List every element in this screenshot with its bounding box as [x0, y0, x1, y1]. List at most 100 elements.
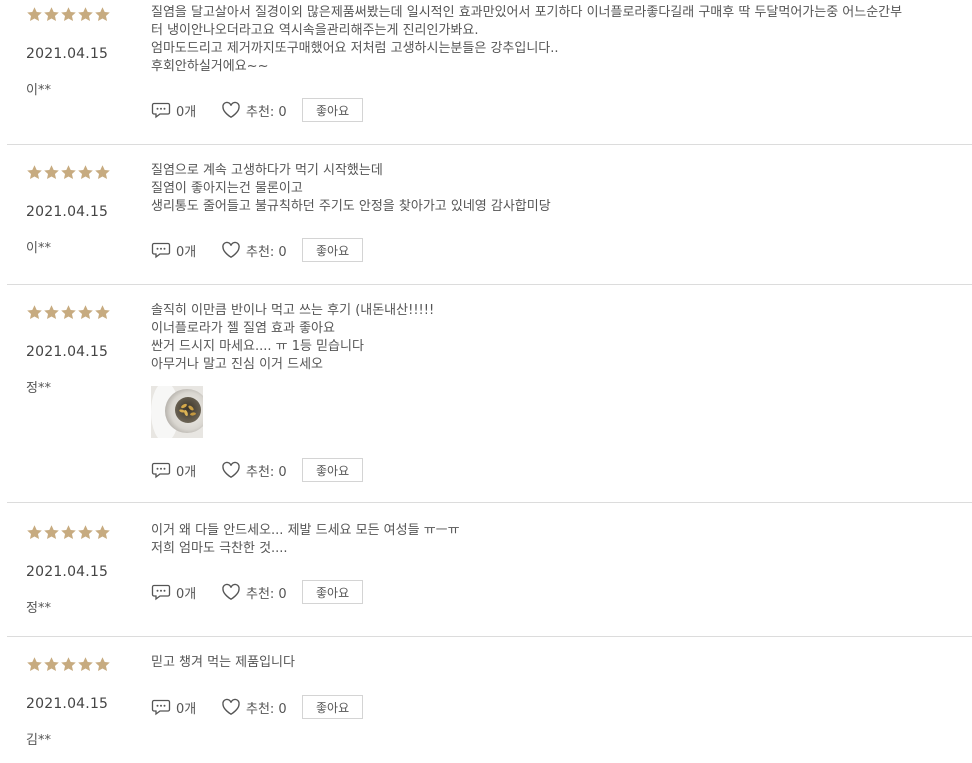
star-icon [43, 164, 60, 181]
star-icon [94, 6, 111, 23]
recommend-button[interactable]: 추천: 0 [221, 101, 302, 120]
star-icon [77, 164, 94, 181]
review-line: 엄마도드리고 제거까지또구매했어요 저처럼 고생하시는분들은 강추입니다.. [151, 41, 559, 56]
review-actions: 0개 추천: 0 좋아요 [151, 98, 364, 122]
recommend-button[interactable]: 추천: 0 [221, 241, 302, 260]
star-icon [26, 304, 43, 321]
review-text: 질염으로 계속 고생하다가 먹기 시작했는데 질염이 좋아지는건 물론이고 생리… [151, 162, 972, 216]
star-icon [43, 304, 60, 321]
heart-icon [221, 698, 241, 716]
review-line: 싼거 드시지 마세요.... ㅠ 1등 믿습니다 [151, 339, 364, 354]
review-actions: 0개 추천: 0 좋아요 [151, 695, 364, 719]
star-icon [43, 524, 60, 541]
review-author: 이** [26, 83, 51, 98]
recommend-button[interactable]: 추천: 0 [221, 583, 302, 602]
review-author: 정** [26, 381, 51, 396]
comment-count-button[interactable]: 0개 [151, 461, 221, 480]
recommend-count: 추천: 0 [246, 586, 287, 602]
review-text: 이거 왜 다들 안드세오... 제발 드세요 모든 여성들 ㅠㅡㅠ 저희 엄마도… [151, 522, 972, 558]
recommend-count: 추천: 0 [246, 701, 287, 717]
review-item: 2021.04.15 김** 믿고 챙겨 먹는 제품입니다 0개 추천: 0 좋… [7, 650, 972, 763]
review-item: 2021.04.15 정** 이거 왜 다들 안드세오... 제발 드세요 모든… [7, 518, 972, 637]
heart-icon [221, 101, 241, 119]
review-actions: 0개 추천: 0 좋아요 [151, 238, 364, 262]
comment-count-button[interactable]: 0개 [151, 583, 221, 602]
heart-icon [221, 461, 241, 479]
star-icon [60, 6, 77, 23]
review-item: 2021.04.15 이** 질염을 달고살아서 질경이외 많은제품써봤는데 일… [7, 0, 972, 145]
recommend-button[interactable]: 추천: 0 [221, 698, 302, 717]
review-date: 2021.04.15 [26, 696, 109, 712]
review-line: 터 냉이안나오더라고요 역시속을관리해주는게 진리인가봐요. [151, 23, 479, 38]
review-text: 솔직히 이만큼 반이나 먹고 쓰는 후기 (내돈내산!!!!! 이너플로라가 젤… [151, 302, 972, 374]
review-item: 2021.04.15 정** 솔직히 이만큼 반이나 먹고 쓰는 후기 (내돈내… [7, 298, 972, 503]
review-date: 2021.04.15 [26, 204, 109, 220]
star-icon [26, 164, 43, 181]
rating-stars [26, 304, 111, 321]
review-author: 김** [26, 733, 51, 748]
comment-count-button[interactable]: 0개 [151, 698, 221, 717]
review-line: 생리통도 줄어들고 불규칙하던 주기도 안정을 찾아가고 있네영 감사합미당 [151, 199, 551, 214]
star-icon [77, 524, 94, 541]
comment-icon [151, 241, 171, 259]
comment-icon [151, 583, 171, 601]
heart-icon [221, 583, 241, 601]
star-icon [94, 524, 111, 541]
recommend-button[interactable]: 추천: 0 [221, 461, 302, 480]
star-icon [60, 304, 77, 321]
rating-stars [26, 6, 111, 23]
review-date: 2021.04.15 [26, 46, 109, 62]
star-icon [77, 304, 94, 321]
rating-stars [26, 656, 111, 673]
review-author: 정** [26, 601, 51, 616]
recommend-count: 추천: 0 [246, 244, 287, 260]
review-line: 저희 엄마도 극찬한 것.... [151, 541, 288, 556]
comment-count-button[interactable]: 0개 [151, 241, 221, 260]
comment-count: 0개 [176, 104, 197, 120]
review-text: 질염을 달고살아서 질경이외 많은제품써봤는데 일시적인 효과만있어서 포기하다… [151, 4, 972, 76]
like-button[interactable]: 좋아요 [302, 580, 364, 604]
heart-icon [221, 241, 241, 259]
review-line: 솔직히 이만큼 반이나 먹고 쓰는 후기 (내돈내산!!!!! [151, 303, 435, 318]
review-photo-thumbnail[interactable] [151, 386, 203, 438]
review-line: 믿고 챙겨 먹는 제품입니다 [151, 655, 295, 670]
comment-count-button[interactable]: 0개 [151, 101, 221, 120]
review-actions: 0개 추천: 0 좋아요 [151, 580, 364, 604]
like-button[interactable]: 좋아요 [302, 98, 364, 122]
review-text: 믿고 챙겨 먹는 제품입니다 [151, 654, 972, 672]
star-icon [94, 656, 111, 673]
star-icon [26, 656, 43, 673]
star-icon [94, 164, 111, 181]
star-icon [60, 656, 77, 673]
review-date: 2021.04.15 [26, 344, 109, 360]
rating-stars [26, 164, 111, 181]
star-icon [60, 164, 77, 181]
recommend-count: 추천: 0 [246, 104, 287, 120]
star-icon [94, 304, 111, 321]
star-icon [26, 6, 43, 23]
review-author: 이** [26, 241, 51, 256]
comment-icon [151, 461, 171, 479]
star-icon [60, 524, 77, 541]
comment-count: 0개 [176, 244, 197, 260]
review-line: 아무거나 말고 진심 이거 드세오 [151, 357, 324, 372]
comment-count: 0개 [176, 464, 197, 480]
review-actions: 0개 추천: 0 좋아요 [151, 458, 364, 482]
review-line: 이거 왜 다들 안드세오... 제발 드세요 모든 여성들 ㅠㅡㅠ [151, 523, 460, 538]
comment-count: 0개 [176, 586, 197, 602]
like-button[interactable]: 좋아요 [302, 238, 364, 262]
review-line: 이너플로라가 젤 질염 효과 좋아요 [151, 321, 335, 336]
like-button[interactable]: 좋아요 [302, 695, 364, 719]
rating-stars [26, 524, 111, 541]
review-line: 질염으로 계속 고생하다가 먹기 시작했는데 [151, 163, 383, 178]
comment-count: 0개 [176, 701, 197, 717]
comment-icon [151, 101, 171, 119]
star-icon [26, 524, 43, 541]
star-icon [77, 6, 94, 23]
like-button[interactable]: 좋아요 [302, 458, 364, 482]
photo-image [151, 386, 203, 438]
review-item: 2021.04.15 이** 질염으로 계속 고생하다가 먹기 시작했는데 질염… [7, 158, 972, 285]
review-line: 질염이 좋아지는건 물론이고 [151, 181, 303, 196]
review-line: 후회안하실거에요~~ [151, 59, 269, 74]
star-icon [77, 656, 94, 673]
